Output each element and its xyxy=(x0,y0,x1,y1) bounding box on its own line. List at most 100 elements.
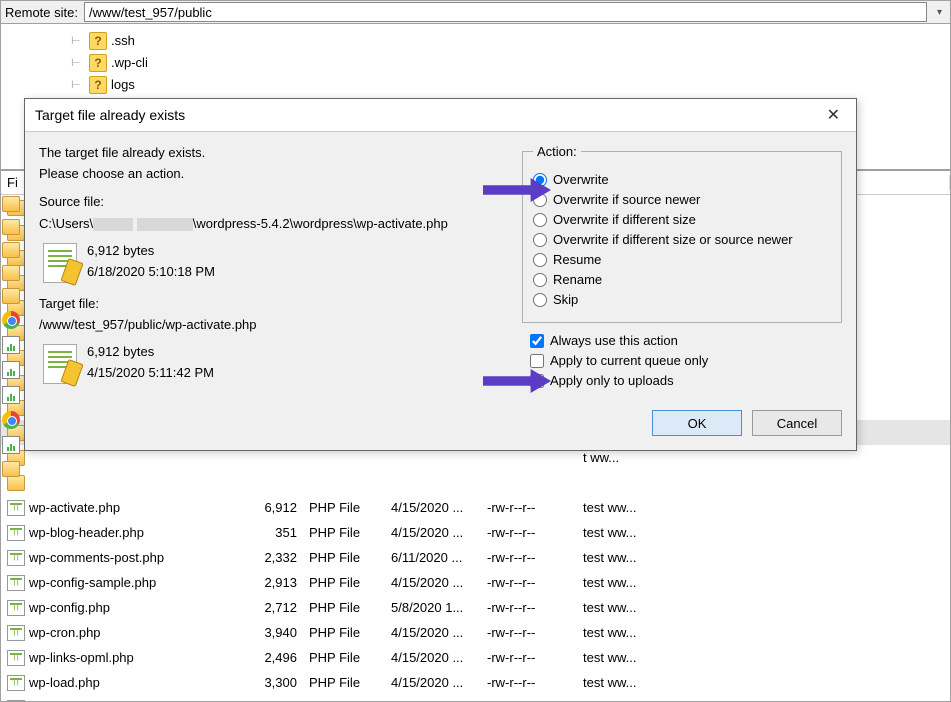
dialog-title-text: Target file already exists xyxy=(35,107,185,123)
file-type: PHP File xyxy=(303,525,385,540)
file-name: wp-config-sample.php xyxy=(29,575,156,590)
action-radio-rename[interactable]: Rename xyxy=(533,272,831,287)
action-radio-overwrite[interactable]: Overwrite xyxy=(533,172,831,187)
file-name: wp-config.php xyxy=(29,600,110,615)
file-name: wp-links-opml.php xyxy=(29,650,134,665)
file-type: PHP File xyxy=(303,575,385,590)
dialog-titlebar: Target file already exists ✕ xyxy=(25,99,856,132)
radio-input[interactable] xyxy=(533,273,547,287)
php-file-icon xyxy=(7,650,25,666)
file-owner: test ww... xyxy=(577,525,950,540)
file-size: 2,913 xyxy=(229,575,303,590)
action-radio-overwrite-if-different-size[interactable]: Overwrite if different size xyxy=(533,212,831,227)
file-permissions: -rw-r--r-- xyxy=(481,500,577,515)
php-file-icon xyxy=(7,700,25,702)
action-radio-overwrite-if-source-newer[interactable]: Overwrite if source newer xyxy=(533,192,831,207)
file-row[interactable]: wp-login.php47,874PHP File4/15/2020 ...-… xyxy=(1,695,950,701)
file-owner: test ww... xyxy=(577,575,950,590)
ok-button[interactable]: OK xyxy=(652,410,742,436)
radio-label: Rename xyxy=(553,272,602,287)
file-row[interactable]: wp-cron.php3,940PHP File4/15/2020 ...-rw… xyxy=(1,620,950,645)
remote-site-label: Remote site: xyxy=(5,5,78,20)
php-file-icon xyxy=(7,675,25,691)
dialog-intro-1: The target file already exists. xyxy=(39,144,512,162)
checkbox-label: Apply only to uploads xyxy=(550,373,674,388)
file-row[interactable]: wp-load.php3,300PHP File4/15/2020 ...-rw… xyxy=(1,670,950,695)
file-row[interactable]: wp-blog-header.php351PHP File4/15/2020 .… xyxy=(1,520,950,545)
tree-item[interactable]: ⊢?.ssh xyxy=(71,30,950,52)
tree-item[interactable]: ⊢?logs xyxy=(71,74,950,96)
unknown-folder-icon: ? xyxy=(89,32,107,50)
file-row[interactable] xyxy=(1,470,950,495)
radio-label: Overwrite if different size or source ne… xyxy=(553,232,793,247)
radio-label: Overwrite if source newer xyxy=(553,192,700,207)
tree-connector-icon: ⊢ xyxy=(71,52,85,74)
chart-icon xyxy=(2,386,20,404)
file-permissions: -rw-r--r-- xyxy=(481,600,577,615)
checkbox-always-use-this-action[interactable]: Always use this action xyxy=(530,333,842,348)
chart-icon xyxy=(2,336,20,354)
cancel-button[interactable]: Cancel xyxy=(752,410,842,436)
radio-input[interactable] xyxy=(533,253,547,267)
action-legend: Action: xyxy=(533,144,581,159)
remote-path-input[interactable] xyxy=(84,2,927,22)
source-file-label: Source file: xyxy=(39,193,512,211)
target-file-label: Target file: xyxy=(39,295,512,313)
file-permissions: -rw-r--r-- xyxy=(481,700,577,701)
chrome-icon xyxy=(2,411,20,429)
file-permissions: -rw-r--r-- xyxy=(481,625,577,640)
tree-item-label: .wp-cli xyxy=(111,52,148,74)
file-type: PHP File xyxy=(303,600,385,615)
remote-path-dropdown[interactable]: ▾ xyxy=(933,7,946,18)
file-row[interactable]: wp-activate.php6,912PHP File4/15/2020 ..… xyxy=(1,495,950,520)
file-type: PHP File xyxy=(303,675,385,690)
file-modified: 4/15/2020 ... xyxy=(385,675,481,690)
file-modified: 4/15/2020 ... xyxy=(385,575,481,590)
radio-input[interactable] xyxy=(533,233,547,247)
file-owner: test ww... xyxy=(577,500,950,515)
file-size: 6,912 xyxy=(229,500,303,515)
action-radio-overwrite-if-different-size-or-source-newer[interactable]: Overwrite if different size or source ne… xyxy=(533,232,831,247)
file-size: 3,300 xyxy=(229,675,303,690)
checkbox-input[interactable] xyxy=(530,334,544,348)
file-owner: t ww... xyxy=(577,450,950,465)
file-size: 351 xyxy=(229,525,303,540)
radio-input[interactable] xyxy=(533,213,547,227)
action-radio-skip[interactable]: Skip xyxy=(533,292,831,307)
file-name: wp-load.php xyxy=(29,675,100,690)
target-file-path: /www/test_957/public/wp-activate.php xyxy=(39,316,512,334)
target-date: 4/15/2020 5:11:42 PM xyxy=(87,363,214,384)
file-row[interactable]: wp-config-sample.php 2,913PHP File4/15/20… xyxy=(1,570,950,595)
folder-icon xyxy=(2,219,20,235)
file-name: wp-blog-header.php xyxy=(29,525,144,540)
file-owner: test ww... xyxy=(577,650,950,665)
folder-icon xyxy=(2,196,20,212)
file-row[interactable]: wp-links-opml.php2,496PHP File4/15/2020 … xyxy=(1,645,950,670)
chart-icon xyxy=(2,361,20,379)
file-name: wp-cron.php xyxy=(29,625,101,640)
file-modified: 4/15/2020 ... xyxy=(385,650,481,665)
file-row[interactable]: wp-comments-post.php2,332PHP File6/11/20… xyxy=(1,545,950,570)
php-file-icon xyxy=(7,625,25,641)
checkbox-apply-only-to-uploads[interactable]: Apply only to uploads xyxy=(530,373,842,388)
checkbox-input[interactable] xyxy=(530,354,544,368)
file-icon xyxy=(43,243,77,283)
file-permissions: -rw-r--r-- xyxy=(481,525,577,540)
tree-item[interactable]: ⊢?.wp-cli xyxy=(71,52,950,74)
tree-item-label: logs xyxy=(111,74,135,96)
checkbox-label: Apply to current queue only xyxy=(550,353,708,368)
file-modified: 5/8/2020 1... xyxy=(385,600,481,615)
file-name: wp-login.php xyxy=(29,700,103,701)
dialog-intro-2: Please choose an action. xyxy=(39,165,512,183)
close-icon[interactable]: ✕ xyxy=(821,105,846,125)
file-modified: 4/15/2020 ... xyxy=(385,500,481,515)
action-radio-resume[interactable]: Resume xyxy=(533,252,831,267)
radio-input[interactable] xyxy=(533,293,547,307)
file-permissions: -rw-r--r-- xyxy=(481,575,577,590)
radio-label: Resume xyxy=(553,252,601,267)
php-file-icon xyxy=(7,600,25,616)
file-row[interactable]: wp-config.php2,712PHP File5/8/2020 1...-… xyxy=(1,595,950,620)
checkbox-apply-to-current-queue-only[interactable]: Apply to current queue only xyxy=(530,353,842,368)
file-size: 2,332 xyxy=(229,550,303,565)
file-owner: test ww... xyxy=(577,625,950,640)
